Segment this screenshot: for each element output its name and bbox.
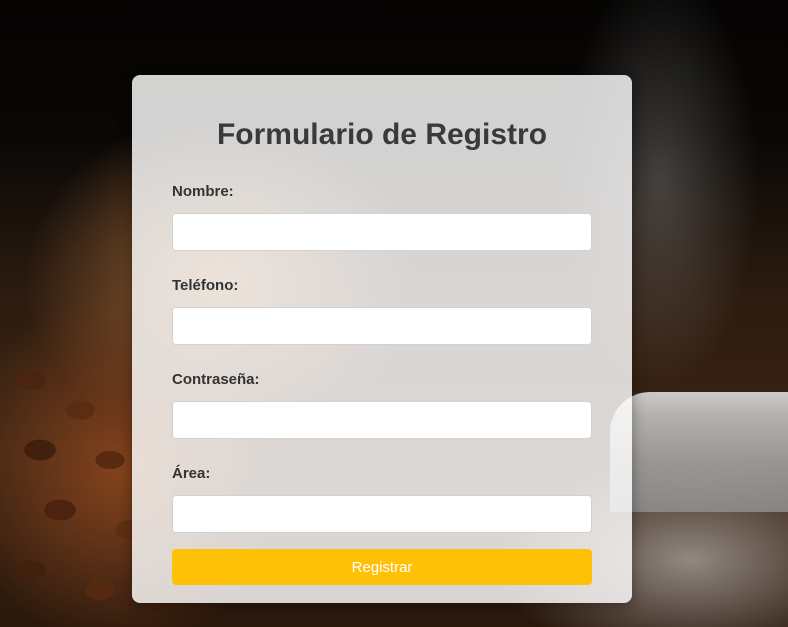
area-label: Área: bbox=[172, 465, 211, 482]
contrasena-input[interactable] bbox=[172, 401, 592, 439]
nombre-input[interactable] bbox=[172, 213, 592, 251]
contrasena-label: Contraseña: bbox=[172, 371, 260, 388]
telefono-input[interactable] bbox=[172, 307, 592, 345]
coffee-cup-decoration bbox=[610, 392, 788, 512]
area-input[interactable] bbox=[172, 495, 592, 533]
telefono-label: Teléfono: bbox=[172, 277, 239, 294]
registrar-button[interactable]: Registrar bbox=[172, 549, 592, 585]
registration-form-card: Formulario de Registro Nombre: Teléfono:… bbox=[132, 75, 632, 603]
nombre-label: Nombre: bbox=[172, 183, 234, 200]
form-title: Formulario de Registro bbox=[216, 118, 548, 151]
